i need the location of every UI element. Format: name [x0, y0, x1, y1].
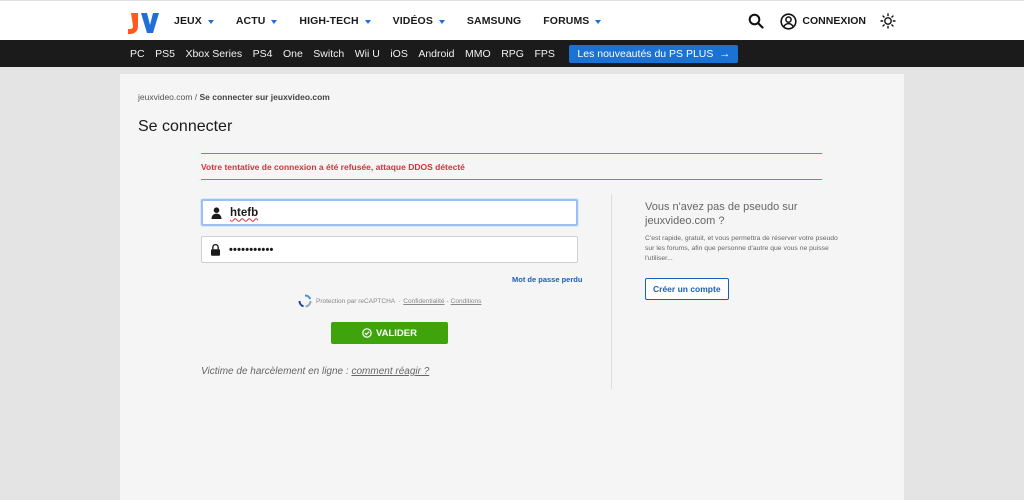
recaptcha-separator: ·	[398, 297, 401, 305]
main-nav: JEUX ACTU HIGH-TECH VIDÉOS SAMSUNG FORUM…	[174, 1, 623, 41]
signup-block: Vous n'avez pas de pseudo sur jeuxvideo.…	[645, 200, 845, 300]
harassment-notice: Victime de harcèlement en ligne : commen…	[201, 366, 429, 377]
login-panel: jeuxvideo.com / Se connecter sur jeuxvid…	[120, 74, 904, 500]
nav-item-label: VIDÉOS	[392, 15, 433, 27]
login-label: CONNEXION	[802, 15, 866, 27]
nav-item-samsung[interactable]: SAMSUNG	[467, 15, 521, 27]
breadcrumb-separator: /	[194, 92, 198, 102]
caret-down-icon	[595, 19, 602, 24]
nav-item-high-tech[interactable]: HIGH-TECH	[299, 15, 371, 27]
signup-title: Vous n'avez pas de pseudo sur jeuxvideo.…	[645, 201, 798, 227]
breadcrumb: jeuxvideo.com / Se connecter sur jeuxvid…	[138, 92, 330, 102]
platform-item-wii-u[interactable]: Wii U	[355, 48, 380, 60]
vertical-divider	[611, 194, 612, 389]
ps-plus-promo-label: Les nouveautés du PS PLUS	[577, 47, 714, 60]
caret-down-icon	[207, 19, 214, 24]
caret-down-icon	[438, 19, 445, 24]
sun-icon[interactable]	[880, 13, 896, 29]
user-icon	[211, 206, 222, 219]
search-icon[interactable]	[748, 13, 765, 29]
nav-item-label: HIGH-TECH	[299, 15, 359, 27]
caret-down-icon	[271, 19, 278, 24]
platform-item-ios[interactable]: iOS	[390, 48, 408, 60]
terms-separator: -	[446, 297, 449, 305]
password-field[interactable]: •••••••••••	[201, 236, 578, 263]
platform-item-one[interactable]: One	[283, 48, 303, 60]
nav-item-label: ACTU	[235, 15, 266, 27]
recaptcha-notice: Protection par reCAPTCHA · Confidentiali…	[298, 294, 481, 308]
error-alert: Votre tentative de connexion a été refus…	[201, 153, 822, 180]
breadcrumb-home-link[interactable]: jeuxvideo.com	[138, 92, 192, 102]
recaptcha-text: Protection par reCAPTCHA	[316, 297, 396, 305]
nav-item-jeux[interactable]: JEUX	[174, 15, 214, 27]
submit-button[interactable]: VALIDER	[331, 322, 448, 344]
platform-item-android[interactable]: Android	[418, 48, 454, 60]
nav-item-forums[interactable]: FORUMS	[543, 15, 602, 27]
create-account-button[interactable]: Créer un compte	[645, 278, 729, 300]
lock-icon	[211, 243, 220, 256]
platform-item-fps[interactable]: FPS	[534, 48, 554, 60]
username-field[interactable]: htefb	[201, 199, 578, 226]
password-value: •••••••••••	[229, 243, 274, 256]
nav-item-videos[interactable]: VIDÉOS	[393, 15, 445, 27]
page-title: Se connecter	[138, 118, 233, 135]
submit-label: VALIDER	[376, 327, 417, 339]
login-link[interactable]: CONNEXION	[780, 12, 866, 30]
harassment-text: Victime de harcèlement en ligne :	[201, 366, 349, 377]
recaptcha-icon	[298, 294, 312, 308]
platform-item-switch[interactable]: Switch	[313, 48, 344, 60]
forgot-password-link[interactable]: Mot de passe perdu	[512, 275, 582, 284]
platform-item-mmo[interactable]: MMO	[465, 48, 491, 60]
platform-item-rpg[interactable]: RPG	[501, 48, 524, 60]
platform-item-ps5[interactable]: PS5	[155, 48, 175, 60]
ps-plus-promo-button[interactable]: Les nouveautés du PS PLUS →	[569, 44, 739, 63]
error-message: Votre tentative de connexion a été refus…	[201, 161, 465, 172]
harassment-help-link[interactable]: comment réagir ?	[351, 366, 429, 377]
terms-link[interactable]: Conditions	[451, 298, 482, 305]
header-actions: CONNEXION	[748, 1, 896, 41]
arrow-right-icon: →	[719, 47, 731, 60]
caret-down-icon	[364, 19, 371, 24]
nav-item-label: JEUX	[174, 15, 202, 27]
platform-item-ps4[interactable]: PS4	[253, 48, 273, 60]
nav-item-label: SAMSUNG	[466, 15, 522, 27]
breadcrumb-current: Se connecter sur jeuxvideo.com	[199, 92, 330, 102]
check-circle-icon	[362, 328, 372, 338]
nav-item-actu[interactable]: ACTU	[236, 15, 278, 27]
platform-item-pc[interactable]: PC	[130, 48, 145, 60]
login-form: htefb •••••••••••	[201, 199, 579, 263]
username-value: htefb	[230, 206, 259, 219]
top-header: JEUX ACTU HIGH-TECH VIDÉOS SAMSUNG FORUM…	[0, 0, 1024, 40]
nav-item-label: FORUMS	[543, 15, 590, 27]
jv-logo[interactable]	[127, 11, 159, 35]
user-circle-icon	[780, 12, 798, 30]
signup-description: C'est rapide, gratuit, et vous permettra…	[645, 235, 838, 262]
privacy-link[interactable]: Confidentialité	[403, 298, 444, 305]
platform-item-xbox-series[interactable]: Xbox Series	[185, 48, 242, 60]
platform-nav: PC PS5 Xbox Series PS4 One Switch Wii U …	[0, 40, 1024, 67]
